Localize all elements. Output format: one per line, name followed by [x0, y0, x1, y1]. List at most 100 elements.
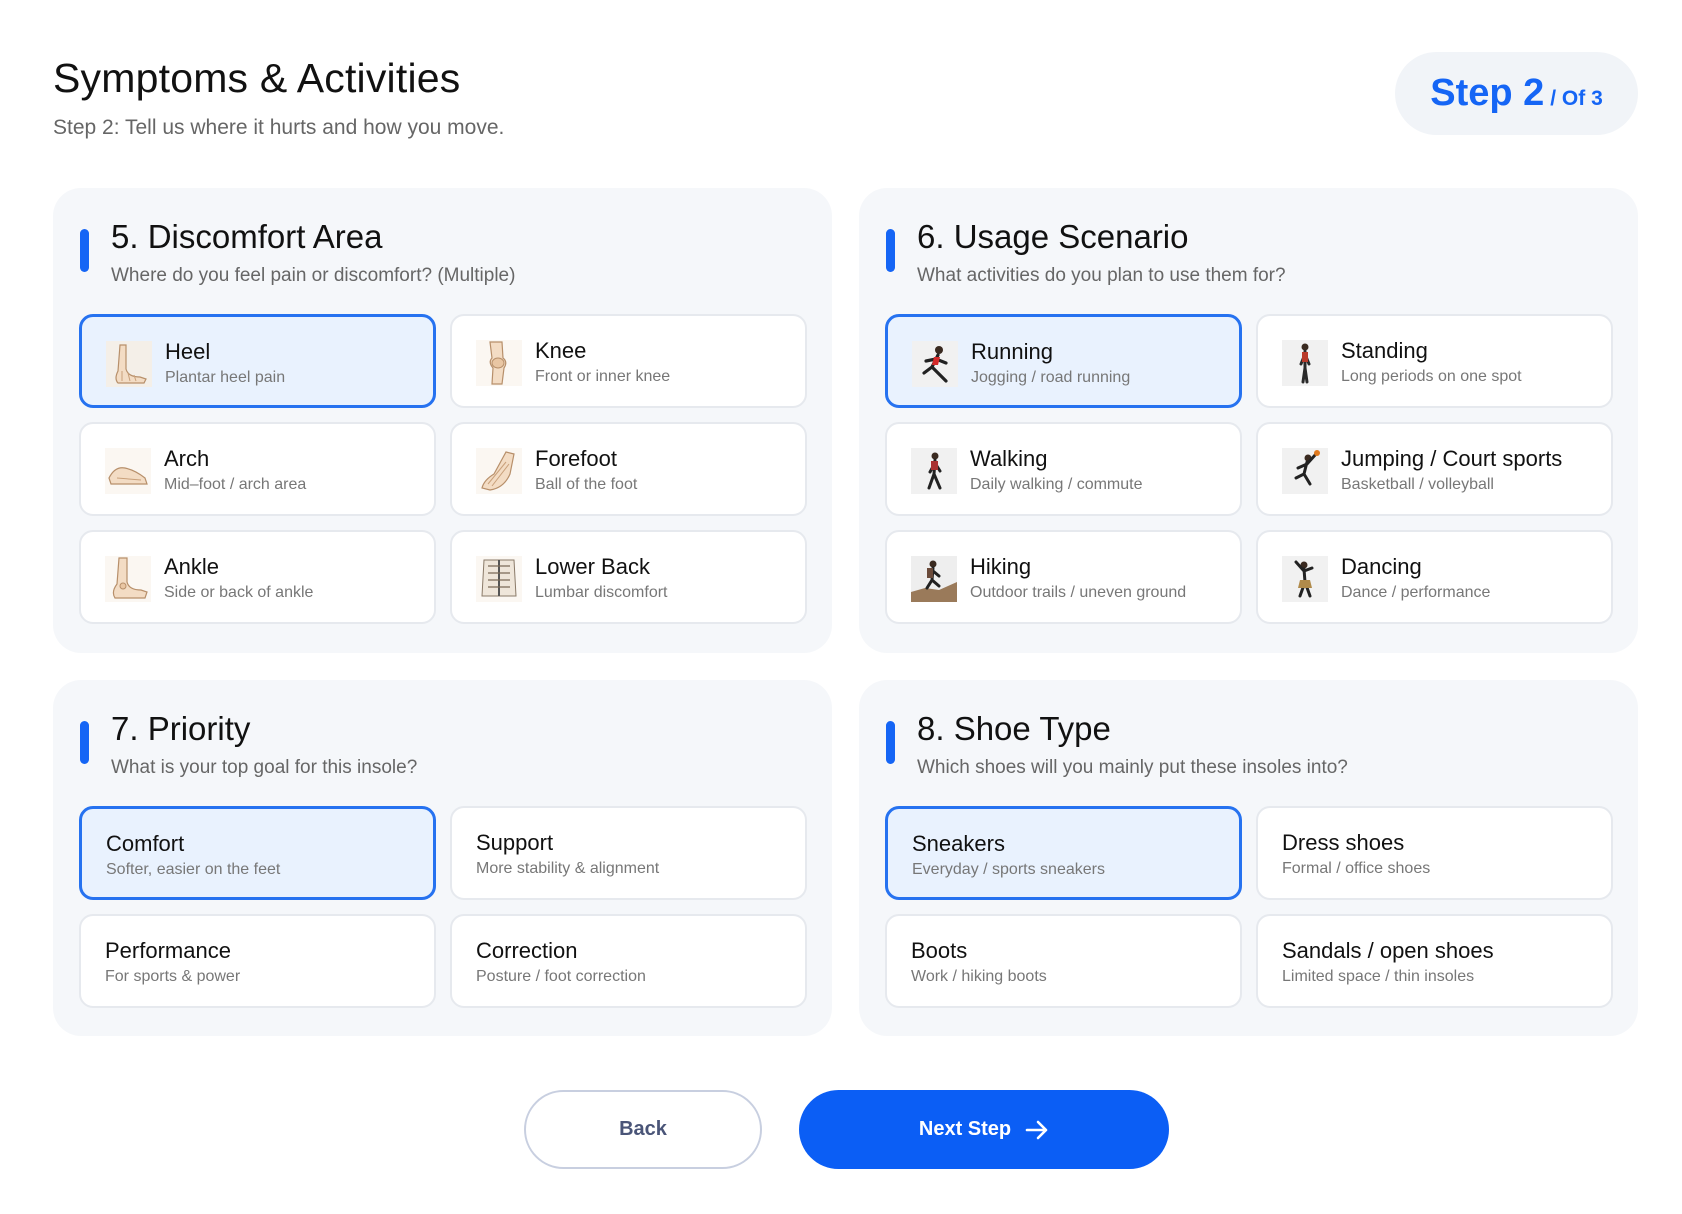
section-accent-bar: [886, 229, 895, 272]
option-description: Front or inner knee: [535, 368, 671, 385]
options-grid: Running Jogging / road running Standing …: [885, 314, 1613, 624]
back-button-label: Back: [619, 1118, 667, 1140]
jumping-person-icon: [1282, 448, 1328, 494]
section-subtitle: Which shoes will you mainly put these in…: [917, 757, 1348, 778]
section-priority: 7. Priority What is your top goal for th…: [53, 680, 832, 1036]
option-description: Plantar heel pain: [165, 369, 286, 386]
page-subtitle: Step 2: Tell us where it hurts and how y…: [53, 116, 505, 139]
option-label: Knee: [535, 338, 587, 363]
section-accent-bar: [886, 721, 895, 764]
option-description: For sports & power: [105, 968, 241, 985]
option-label: Comfort: [106, 831, 185, 856]
section-accent-bar: [80, 721, 89, 764]
page-header: Symptoms & Activities Step 2: Tell us wh…: [53, 55, 504, 140]
option-description: Basketball / volleyball: [1341, 476, 1494, 493]
option-label: Support: [476, 830, 554, 855]
option-description: Mid–foot / arch area: [164, 476, 307, 493]
running-person-icon: [912, 341, 958, 387]
heel-anatomy-icon: [106, 341, 152, 387]
options-grid: Comfort Softer, easier on the feet Suppo…: [79, 806, 807, 1008]
section-title: 8. Shoe Type: [917, 710, 1111, 747]
standing-person-icon: [1282, 340, 1328, 386]
option-label: Heel: [165, 339, 211, 364]
option-performance[interactable]: Performance For sports & power: [79, 914, 436, 1008]
option-ankle[interactable]: Ankle Side or back of ankle: [79, 530, 436, 624]
option-description: Dance / performance: [1341, 584, 1491, 601]
option-label: Jumping / Court sports: [1341, 446, 1563, 471]
section-subtitle: What is your top goal for this insole?: [111, 757, 418, 778]
option-label: Ankle: [164, 554, 220, 579]
section-shoe-type: 8. Shoe Type Which shoes will you mainly…: [859, 680, 1638, 1036]
option-walking[interactable]: Walking Daily walking / commute: [885, 422, 1242, 516]
option-knee[interactable]: Knee Front or inner knee: [450, 314, 807, 408]
option-comfort[interactable]: Comfort Softer, easier on the feet: [79, 806, 436, 900]
option-running[interactable]: Running Jogging / road running: [885, 314, 1242, 408]
option-label: Dress shoes: [1282, 830, 1405, 855]
option-description: Long periods on one spot: [1341, 368, 1522, 385]
option-label: Correction: [476, 938, 578, 963]
next-step-button[interactable]: Next Step: [799, 1090, 1169, 1169]
option-label: Standing: [1341, 338, 1428, 363]
knee-anatomy-icon: [476, 340, 522, 386]
arrow-right-icon: [1025, 1120, 1049, 1140]
option-hiking[interactable]: Hiking Outdoor trails / uneven ground: [885, 530, 1242, 624]
lower-back-anatomy-icon: [476, 556, 522, 602]
option-description: Formal / office shoes: [1282, 860, 1431, 877]
option-description: Limited space / thin insoles: [1282, 968, 1475, 985]
option-label: Walking: [970, 446, 1048, 471]
option-description: More stability & alignment: [476, 860, 660, 877]
section-title: 7. Priority: [111, 710, 251, 747]
option-support[interactable]: Support More stability & alignment: [450, 806, 807, 900]
option-forefoot[interactable]: Forefoot Ball of the foot: [450, 422, 807, 516]
option-sneakers[interactable]: Sneakers Everyday / sports sneakers: [885, 806, 1242, 900]
option-description: Everyday / sports sneakers: [912, 861, 1105, 878]
section-discomfort-area: 5. Discomfort Area Where do you feel pai…: [53, 188, 832, 653]
option-description: Work / hiking boots: [911, 968, 1047, 985]
section-subtitle: What activities do you plan to use them …: [917, 265, 1286, 286]
option-correction[interactable]: Correction Posture / foot correction: [450, 914, 807, 1008]
option-description: Ball of the foot: [535, 476, 638, 493]
step-indicator: Step 2 / Of 3: [1395, 52, 1638, 135]
option-label: Hiking: [970, 554, 1032, 579]
section-title: 6. Usage Scenario: [917, 218, 1189, 255]
options-grid: Sneakers Everyday / sports sneakers Dres…: [885, 806, 1613, 1008]
option-dancing[interactable]: Dancing Dance / performance: [1256, 530, 1613, 624]
section-subtitle: Where do you feel pain or discomfort? (M…: [111, 265, 516, 286]
option-label: Lower Back: [535, 554, 650, 579]
option-dress-shoes[interactable]: Dress shoes Formal / office shoes: [1256, 806, 1613, 900]
option-boots[interactable]: Boots Work / hiking boots: [885, 914, 1242, 1008]
option-jumping[interactable]: Jumping / Court sports Basketball / voll…: [1256, 422, 1613, 516]
option-description: Side or back of ankle: [164, 584, 314, 601]
walking-person-icon: [911, 448, 957, 494]
section-usage-scenario: 6. Usage Scenario What activities do you…: [859, 188, 1638, 653]
next-step-button-label: Next Step: [918, 1118, 1012, 1140]
forefoot-anatomy-icon: [476, 448, 522, 494]
arch-anatomy-icon: [105, 448, 151, 494]
option-description: Outdoor trails / uneven ground: [970, 584, 1187, 601]
option-sandals[interactable]: Sandals / open shoes Limited space / thi…: [1256, 914, 1613, 1008]
option-label: Arch: [164, 446, 210, 471]
option-lower-back[interactable]: Lower Back Lumbar discomfort: [450, 530, 807, 624]
option-description: Posture / foot correction: [476, 968, 646, 985]
option-description: Daily walking / commute: [970, 476, 1143, 493]
step-current: Step 2: [1430, 72, 1545, 114]
option-arch[interactable]: Arch Mid–foot / arch area: [79, 422, 436, 516]
step-total: / Of 3: [1550, 87, 1603, 110]
option-label: Performance: [105, 938, 231, 963]
options-grid: Heel Plantar heel pain Knee Front or inn…: [79, 314, 807, 624]
section-accent-bar: [80, 229, 89, 272]
back-button[interactable]: Back: [524, 1090, 762, 1169]
ankle-anatomy-icon: [105, 556, 151, 602]
option-description: Lumbar discomfort: [535, 584, 668, 601]
page-title: Symptoms & Activities: [53, 55, 461, 101]
section-title: 5. Discomfort Area: [111, 218, 383, 255]
hiking-person-icon: [911, 556, 957, 602]
option-label: Dancing: [1341, 554, 1422, 579]
option-standing[interactable]: Standing Long periods on one spot: [1256, 314, 1613, 408]
option-label: Sneakers: [912, 831, 1005, 856]
option-label: Sandals / open shoes: [1282, 938, 1494, 963]
option-label: Boots: [911, 938, 968, 963]
dancing-person-icon: [1282, 556, 1328, 602]
option-heel[interactable]: Heel Plantar heel pain: [79, 314, 436, 408]
option-description: Softer, easier on the feet: [106, 861, 281, 878]
